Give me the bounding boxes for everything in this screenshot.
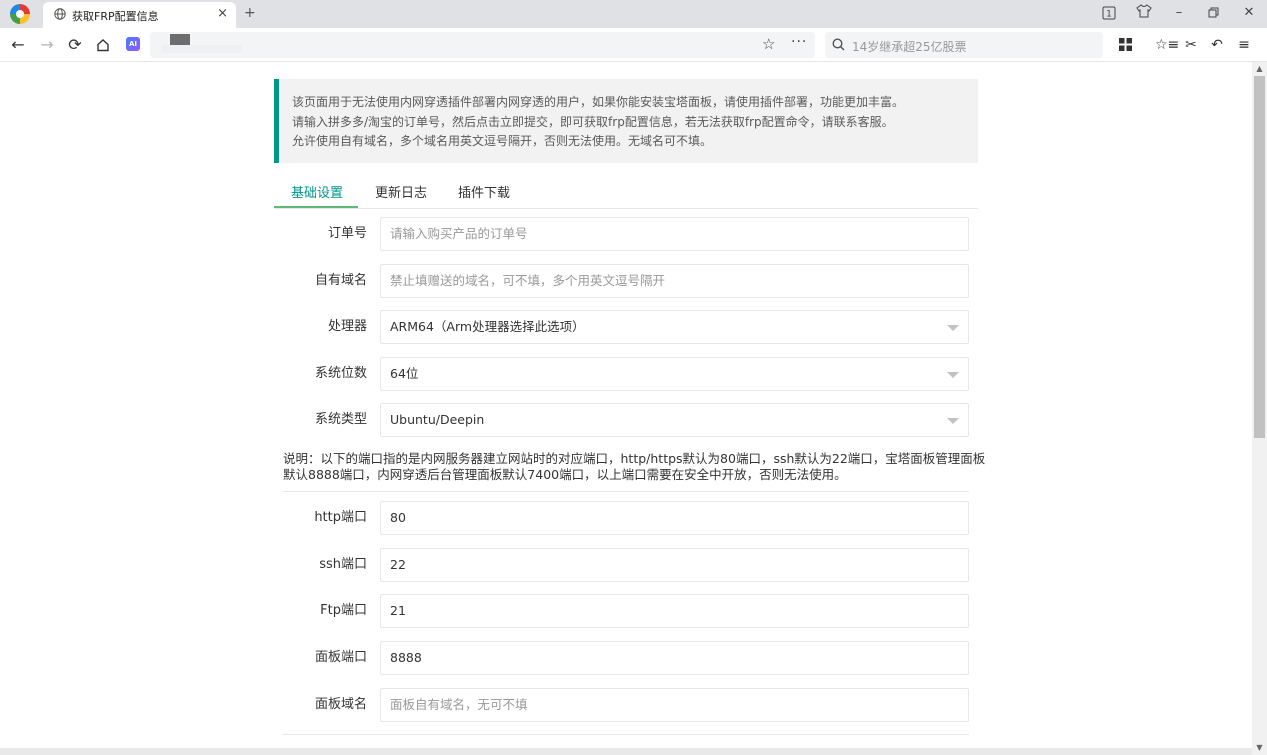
panel-domain-row: 面板域名 面板自有域名，无可不填: [283, 688, 969, 722]
cpu-label: 处理器: [327, 319, 367, 334]
panel-port-input[interactable]: 8888: [380, 641, 969, 675]
ssh-port-label: ssh端口: [319, 557, 367, 572]
panel-domain-input[interactable]: 面板自有域名，无可不填: [380, 688, 969, 722]
active-tab-indicator: [274, 206, 358, 208]
home-icon[interactable]: [93, 35, 113, 55]
scroll-down-arrow-icon[interactable]: ▼: [1252, 741, 1267, 755]
explanation-line-2: 默认8888端口，内网穿透后台管理面板默认7400端口，以上端口需要在安全中开放…: [283, 467, 847, 482]
section-divider: [283, 491, 969, 492]
bookmark-star-icon[interactable]: ☆: [762, 35, 775, 53]
domain-row: 自有域名 禁止填赠送的域名，可不填，多个用英文逗号隔开: [283, 264, 969, 298]
ftp-port-row: Ftp端口 21: [283, 594, 969, 628]
menu-icon[interactable]: ≡: [1235, 36, 1253, 54]
tab-count-text: 1: [1106, 10, 1112, 20]
http-port-input[interactable]: 80: [380, 501, 969, 535]
globe-icon: [54, 8, 66, 20]
order-input[interactable]: 请输入购买产品的订单号: [380, 217, 969, 251]
dropdown-arrow-icon: [947, 325, 959, 331]
notice-line-2: 请输入拼多多/淘宝的订单号，然后点击立即提交，即可获取frp配置信息，若无法获取…: [292, 114, 894, 129]
settings-tabs: 基础设置 更新日志 插件下载: [274, 172, 978, 209]
undo-icon[interactable]: ↶: [1208, 36, 1226, 54]
cpu-select[interactable]: ARM64（Arm处理器选择此选项）: [380, 310, 969, 344]
search-box[interactable]: 14岁继承超25亿股票: [825, 32, 1103, 58]
section-divider: [283, 734, 969, 735]
notice-line-1: 该页面用于无法使用内网穿透插件部署内网穿透的用户，如果你能安装宝塔面板，请使用插…: [292, 95, 905, 109]
tab-count-icon: 1: [1102, 6, 1116, 20]
favorites-list-icon[interactable]: ☆≡: [1155, 36, 1179, 54]
panel-domain-label: 面板域名: [314, 697, 367, 712]
bits-select[interactable]: 64位: [380, 357, 969, 391]
window-close-icon[interactable]: ✕: [1240, 4, 1258, 22]
domain-label: 自有域名: [314, 273, 367, 288]
reload-icon[interactable]: ⟳: [65, 35, 85, 55]
scroll-up-arrow-icon[interactable]: ▲: [1252, 62, 1267, 76]
http-port-label: http端口: [314, 510, 367, 525]
cpu-select-value: ARM64（Arm处理器选择此选项）: [390, 319, 585, 334]
notice-line-3: 允许使用自有域名，多个域名用英文逗号隔开，否则无法使用。无域名可不填。: [292, 134, 713, 148]
bottom-strip: [0, 748, 1252, 755]
tab-plugin-download[interactable]: 插件下载: [458, 182, 510, 201]
tab-update-log[interactable]: 更新日志: [375, 182, 427, 201]
tab-count-badge[interactable]: 1: [1100, 4, 1118, 22]
tab-title: 获取FRP配置信息: [72, 10, 159, 23]
ftp-port-label: Ftp端口: [320, 603, 367, 618]
domain-input[interactable]: 禁止填赠送的域名，可不填，多个用英文逗号隔开: [380, 264, 969, 298]
ai-assistant-icon[interactable]: AI: [126, 37, 140, 51]
ssh-port-input[interactable]: 22: [380, 548, 969, 582]
search-suggestion-text: 14岁继承超25亿股票: [852, 40, 967, 54]
browser-toolbar: ← → ⟳ AI 14岁继承超25亿股票: [0, 28, 1267, 62]
scissors-icon[interactable]: ✂: [1182, 36, 1200, 54]
ssh-port-row: ssh端口 22: [283, 548, 969, 582]
browser-tab-active[interactable]: 获取FRP配置信息 ×: [43, 2, 236, 28]
port-explanation: 说明：以下的端口指的是内网服务器建立网站时的对应端口，http/https默认为…: [283, 451, 986, 483]
cpu-row: 处理器 ARM64（Arm处理器选择此选项）: [283, 310, 969, 344]
order-row: 订单号 请输入购买产品的订单号: [283, 217, 969, 251]
order-label: 订单号: [327, 226, 367, 241]
page-scrollbar[interactable]: ▲ ▼: [1252, 62, 1267, 755]
os-select-value: Ubuntu/Deepin: [390, 412, 485, 427]
bits-label: 系统位数: [314, 366, 367, 381]
dropdown-arrow-icon: [947, 418, 959, 424]
explanation-line-1: 说明：以下的端口指的是内网服务器建立网站时的对应端口，http/https默认为…: [283, 451, 986, 466]
tab-close-icon[interactable]: ×: [217, 6, 228, 22]
new-tab-button[interactable]: +: [244, 5, 256, 21]
panel-port-label: 面板端口: [314, 650, 367, 665]
notice-box: 该页面用于无法使用内网穿透插件部署内网穿透的用户，如果你能安装宝塔面板，请使用插…: [274, 79, 978, 163]
address-bar[interactable]: [150, 32, 815, 58]
ftp-port-input[interactable]: 21: [380, 594, 969, 628]
dropdown-arrow-icon: [947, 372, 959, 378]
restore-icon[interactable]: [1205, 4, 1223, 22]
back-arrow-icon[interactable]: ←: [8, 35, 28, 55]
forward-arrow-icon[interactable]: →: [37, 35, 57, 55]
minimize-icon[interactable]: –: [1170, 4, 1188, 22]
tab-basic-settings[interactable]: 基础设置: [291, 182, 343, 201]
more-dots-icon[interactable]: ···: [791, 34, 807, 50]
os-row: 系统类型 Ubuntu/Deepin: [283, 403, 969, 437]
address-url-redacted: [162, 45, 242, 53]
bits-row: 系统位数 64位: [283, 357, 969, 391]
browser-logo-icon[interactable]: [10, 4, 30, 24]
scroll-thumb[interactable]: [1254, 76, 1265, 438]
http-port-row: http端口 80: [283, 501, 969, 535]
apps-grid-icon[interactable]: [1116, 36, 1134, 54]
tab-strip: 获取FRP配置信息 × + 1 – ✕: [0, 0, 1267, 28]
panel-port-row: 面板端口 8888: [283, 641, 969, 675]
os-select[interactable]: Ubuntu/Deepin: [380, 403, 969, 437]
os-label: 系统类型: [314, 412, 367, 427]
bits-select-value: 64位: [390, 366, 419, 381]
search-icon: [832, 38, 845, 51]
skin-shirt-icon[interactable]: [1135, 4, 1153, 22]
